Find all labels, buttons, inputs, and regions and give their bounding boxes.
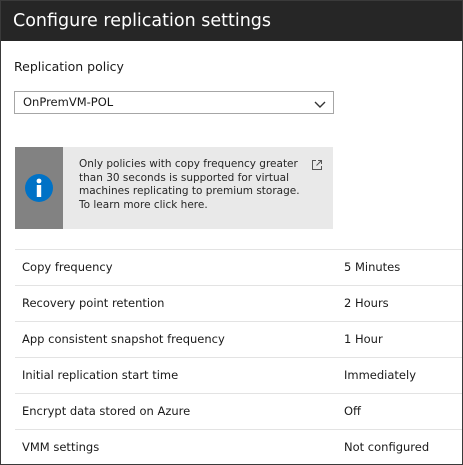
table-row: VMM settings Not configured	[15, 430, 462, 464]
setting-label: Recovery point retention	[22, 296, 165, 310]
replication-settings-blade: Configure replication settings Replicati…	[0, 0, 463, 465]
blade-title: Configure replication settings	[1, 1, 462, 41]
setting-value: Not configured	[344, 440, 430, 454]
setting-value: Off	[344, 404, 361, 418]
table-row: App consistent snapshot frequency 1 Hour	[15, 322, 462, 358]
replication-policy-label: Replication policy	[14, 59, 124, 74]
table-row: Encrypt data stored on Azure Off	[15, 394, 462, 430]
info-message: Only policies with copy frequency greate…	[79, 158, 300, 211]
setting-label: VMM settings	[22, 440, 100, 454]
setting-value: Immediately	[344, 368, 416, 382]
info-icon-panel	[15, 147, 63, 229]
setting-label: App consistent snapshot frequency	[22, 332, 225, 346]
table-row: Copy frequency 5 Minutes	[15, 250, 462, 286]
table-row: Initial replication start time Immediate…	[15, 358, 462, 394]
setting-value: 5 Minutes	[344, 260, 401, 274]
info-icon	[25, 174, 53, 202]
setting-label: Initial replication start time	[22, 368, 179, 382]
setting-value: 2 Hours	[344, 296, 389, 310]
table-row: Recovery point retention 2 Hours	[15, 286, 462, 322]
premium-storage-info-banner[interactable]: Only policies with copy frequency greate…	[15, 147, 333, 229]
setting-label: Copy frequency	[22, 260, 113, 274]
replication-policy-selected-value: OnPremVM-POL	[23, 95, 114, 109]
external-link-icon[interactable]	[311, 156, 323, 170]
setting-value: 1 Hour	[344, 332, 383, 346]
setting-label: Encrypt data stored on Azure	[22, 404, 191, 418]
replication-settings-table: Copy frequency 5 Minutes Recovery point …	[15, 249, 462, 464]
replication-policy-dropdown[interactable]: OnPremVM-POL	[14, 91, 334, 114]
chevron-down-icon[interactable]	[313, 96, 327, 109]
